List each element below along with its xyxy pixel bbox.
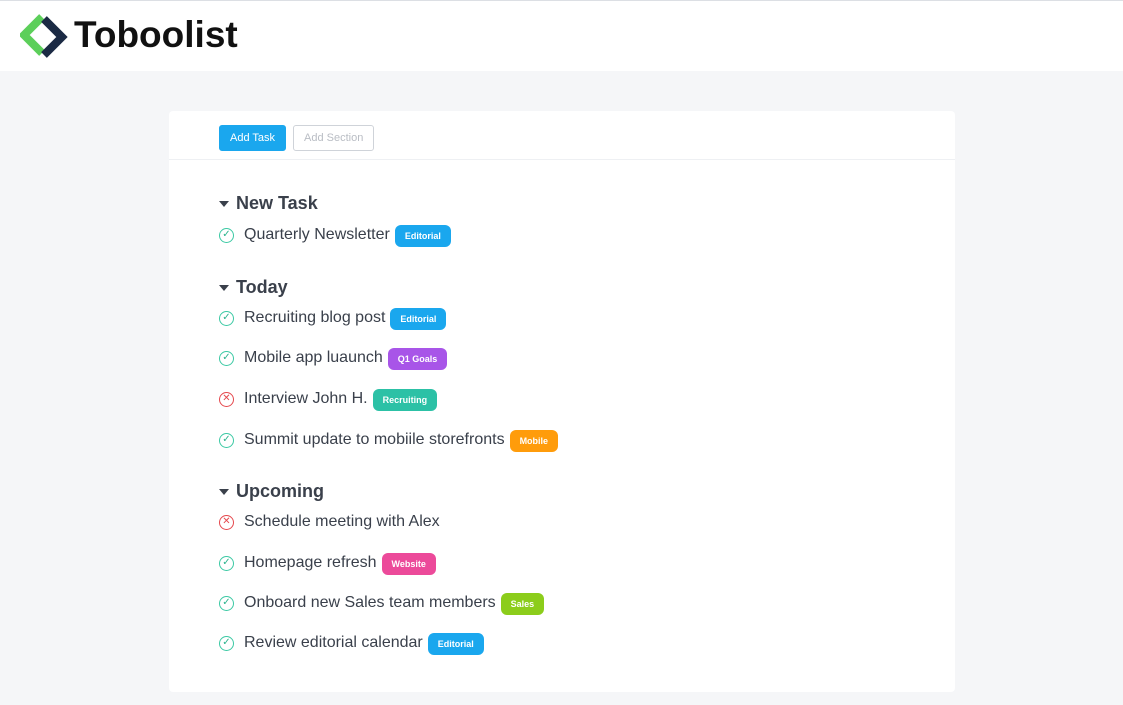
check-circle-icon[interactable]: ✓ <box>219 595 234 611</box>
task-item[interactable]: ✓ Summit update to mobiile storefronts M… <box>219 429 559 452</box>
task-item[interactable]: ✓ Mobile app luaunch Q1 Goals <box>219 347 448 370</box>
task-title: Onboard new Sales team members <box>244 594 496 611</box>
check-circle-icon[interactable]: ✓ <box>219 227 234 243</box>
tag-badge[interactable]: Sales <box>500 593 545 615</box>
add-section-button[interactable]: Add Section <box>293 125 375 151</box>
caret-down-icon[interactable] <box>219 285 229 291</box>
task-title: Quarterly Newsletter <box>244 226 390 243</box>
tag-badge[interactable]: Q1 Goals <box>387 348 448 370</box>
task-title: Summit update to mobiile storefronts <box>244 431 505 448</box>
tag-badge[interactable]: Editorial <box>390 308 447 330</box>
task-title: Review editorial calendar <box>244 634 423 651</box>
task-item[interactable]: ✕ Schedule meeting with Alex <box>219 511 440 533</box>
task-title: Homepage refresh <box>244 554 377 571</box>
top-bar: Toboolist <box>0 0 1123 71</box>
task-list-card: Add Task Add Section New Task ✓ Quarterl… <box>169 111 955 692</box>
section-title: Today <box>236 276 288 297</box>
task-title: Mobile app luaunch <box>244 349 383 366</box>
tag-badge[interactable]: Editorial <box>427 633 484 655</box>
tag-badge[interactable]: Mobile <box>509 430 559 452</box>
app-name: Toboolist <box>74 14 238 55</box>
caret-down-icon[interactable] <box>219 201 229 207</box>
check-circle-icon[interactable]: ✓ <box>219 350 234 366</box>
task-item[interactable]: ✓ Onboard new Sales team members Sales <box>219 592 545 615</box>
task-title: Recruiting blog post <box>244 309 386 326</box>
add-task-button[interactable]: Add Task <box>219 125 287 151</box>
section-header-today[interactable]: Today <box>219 275 288 299</box>
caret-down-icon[interactable] <box>219 489 229 495</box>
check-circle-icon[interactable]: ✓ <box>219 555 234 571</box>
tag-badge[interactable]: Website <box>381 553 436 575</box>
section-title: New Task <box>236 192 318 213</box>
section-header-new-task[interactable]: New Task <box>219 191 318 215</box>
tag-badge[interactable]: Recruiting <box>372 389 438 411</box>
task-item[interactable]: ✓ Review editorial calendar Editorial <box>219 632 484 655</box>
task-toolbar: Add Task Add Section <box>169 111 955 160</box>
section-header-upcoming[interactable]: Upcoming <box>219 479 324 503</box>
section-title: Upcoming <box>236 480 324 501</box>
task-item[interactable]: ✓ Homepage refresh Website <box>219 552 436 575</box>
toboolist-logo-icon <box>20 14 68 58</box>
x-circle-icon[interactable]: ✕ <box>219 514 234 530</box>
task-title: Interview John H. <box>244 390 368 407</box>
task-item[interactable]: ✓ Quarterly Newsletter Editorial <box>219 224 451 247</box>
task-item[interactable]: ✓ Recruiting blog post Editorial <box>219 307 447 330</box>
check-circle-icon[interactable]: ✓ <box>219 310 234 326</box>
tag-badge[interactable]: Editorial <box>394 225 451 247</box>
task-title: Schedule meeting with Alex <box>244 513 440 530</box>
check-circle-icon[interactable]: ✓ <box>219 432 234 448</box>
task-item[interactable]: ✕ Interview John H. Recruiting <box>219 388 438 411</box>
x-circle-icon[interactable]: ✕ <box>219 391 234 407</box>
check-circle-icon[interactable]: ✓ <box>219 635 234 651</box>
